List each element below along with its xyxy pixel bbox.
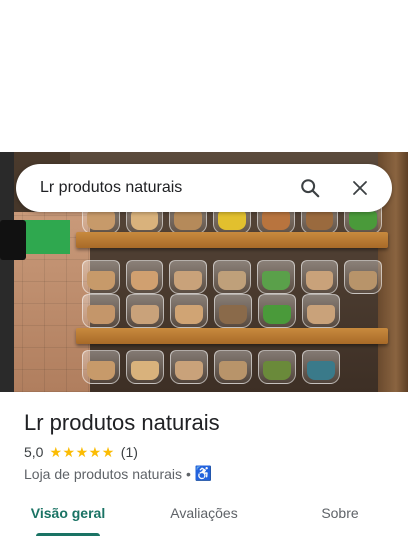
star-icon: ★ — [88, 444, 102, 460]
tab-about[interactable]: Sobre — [272, 496, 408, 536]
tab-label: Sobre — [321, 505, 359, 521]
rating-row[interactable]: 5,0 ★ ★ ★ ★ ★ (1) — [24, 444, 138, 460]
star-rating: ★ ★ ★ ★ ★ — [49, 445, 114, 459]
review-count[interactable]: (1) — [121, 444, 138, 460]
door-lock — [0, 220, 26, 260]
shelf-row-middle-upper — [82, 260, 383, 294]
search-input[interactable]: Lr produtos naturais — [40, 179, 278, 197]
active-tab-indicator — [36, 533, 100, 536]
search-icon[interactable] — [292, 170, 328, 206]
star-icon: ★ — [75, 444, 89, 460]
map-blank-area — [0, 0, 408, 152]
shelf-row-middle-lower — [82, 294, 382, 328]
tab-label: Visão geral — [30, 505, 106, 521]
shelf-top — [76, 232, 388, 248]
star-icon: ★ — [49, 444, 63, 460]
rating-value: 5,0 — [24, 444, 44, 460]
star-icon: ★ — [62, 444, 76, 460]
search-box[interactable]: Lr produtos naturais — [16, 164, 392, 212]
shelf-middle — [76, 328, 388, 344]
tab-overview[interactable]: Visão geral — [0, 496, 136, 536]
tab-reviews[interactable]: Avaliações — [136, 496, 272, 536]
tab-label: Avaliações — [170, 505, 238, 521]
place-category: Loja de produtos naturais — [24, 465, 182, 482]
place-title: Lr produtos naturais — [24, 410, 220, 435]
close-icon[interactable] — [342, 170, 378, 206]
separator: • — [186, 465, 191, 482]
category-row: Loja de produtos naturais • ♿ — [24, 465, 212, 482]
star-icon: ★ — [101, 444, 115, 460]
shelf-row-bottom — [82, 350, 382, 384]
place-tabs: Visão geral Avaliações Sobre — [0, 496, 408, 536]
wheelchair-icon: ♿ — [194, 465, 213, 481]
door-frame — [0, 152, 14, 392]
